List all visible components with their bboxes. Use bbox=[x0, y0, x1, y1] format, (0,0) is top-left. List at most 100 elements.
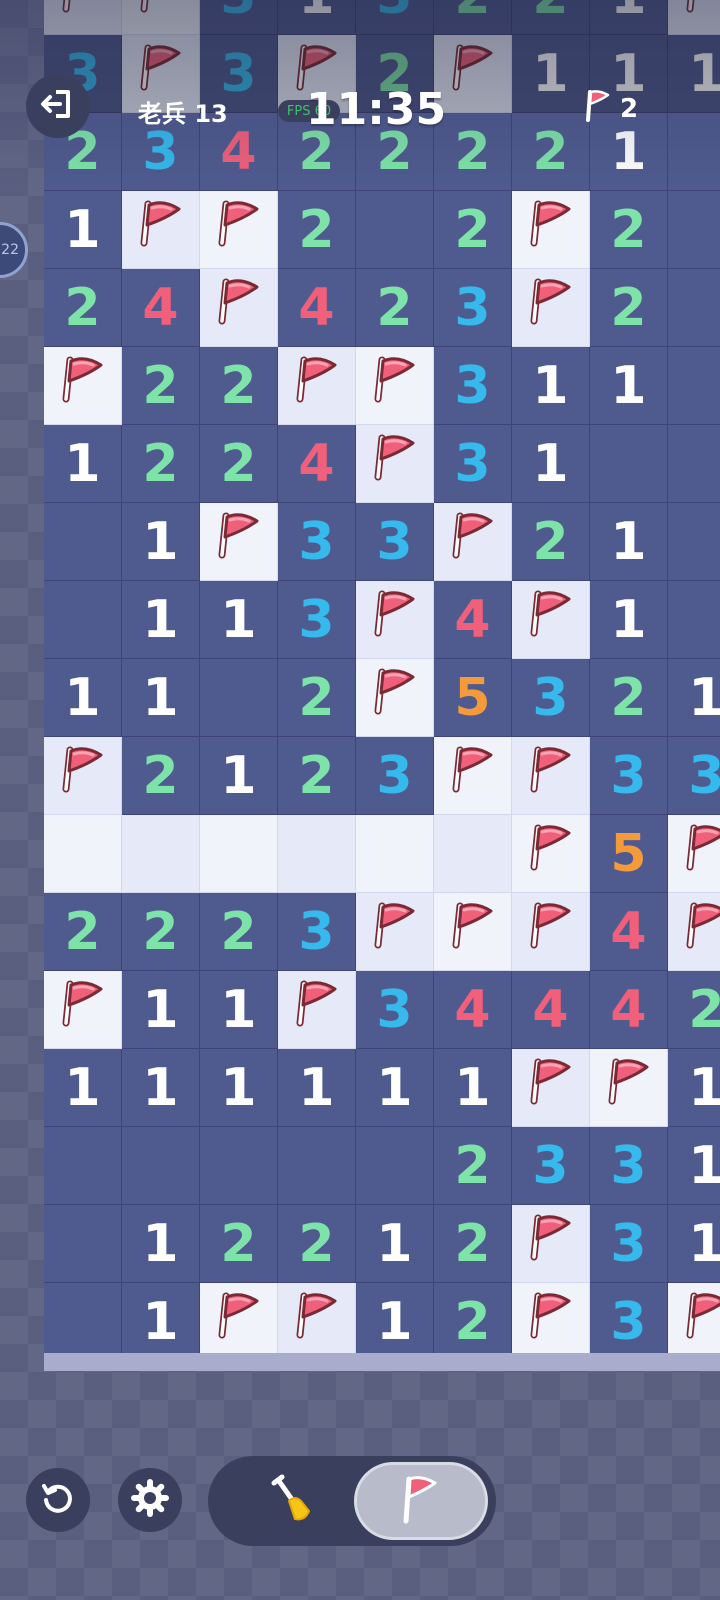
empty-cell[interactable] bbox=[356, 191, 434, 269]
empty-cell[interactable] bbox=[44, 503, 122, 581]
number-cell[interactable]: 3 bbox=[434, 269, 512, 347]
empty-cell[interactable] bbox=[668, 425, 720, 503]
number-cell[interactable]: 2 bbox=[434, 1127, 512, 1205]
flagged-cell[interactable] bbox=[44, 971, 122, 1049]
number-cell[interactable]: 4 bbox=[590, 971, 668, 1049]
number-cell[interactable]: 1 bbox=[44, 425, 122, 503]
number-cell[interactable]: 1 bbox=[668, 1127, 720, 1205]
number-cell[interactable]: 1 bbox=[122, 659, 200, 737]
flagged-cell[interactable] bbox=[668, 893, 720, 971]
restart-button[interactable] bbox=[26, 1468, 90, 1532]
number-cell[interactable]: 1 bbox=[122, 503, 200, 581]
number-cell[interactable]: 1 bbox=[512, 35, 590, 113]
number-cell[interactable]: 1 bbox=[590, 581, 668, 659]
number-cell[interactable]: 3 bbox=[590, 1205, 668, 1283]
number-cell[interactable]: 1 bbox=[44, 1049, 122, 1127]
number-cell[interactable]: 2 bbox=[200, 1205, 278, 1283]
flagged-cell[interactable] bbox=[512, 1049, 590, 1127]
number-cell[interactable]: 4 bbox=[278, 269, 356, 347]
number-cell[interactable]: 2 bbox=[356, 269, 434, 347]
unrevealed-cell[interactable] bbox=[122, 815, 200, 893]
number-cell[interactable]: 2 bbox=[278, 737, 356, 815]
number-cell[interactable]: 3 bbox=[356, 0, 434, 35]
number-cell[interactable]: 3 bbox=[356, 971, 434, 1049]
flagged-cell[interactable] bbox=[200, 269, 278, 347]
flagged-cell[interactable] bbox=[668, 1283, 720, 1361]
number-cell[interactable]: 1 bbox=[356, 1049, 434, 1127]
flagged-cell[interactable] bbox=[512, 815, 590, 893]
number-cell[interactable]: 2 bbox=[122, 347, 200, 425]
number-cell[interactable]: 1 bbox=[668, 1205, 720, 1283]
empty-cell[interactable] bbox=[44, 581, 122, 659]
number-cell[interactable]: 3 bbox=[200, 0, 278, 35]
side-level-badge[interactable]: 22 bbox=[0, 222, 28, 278]
number-cell[interactable]: 1 bbox=[122, 1283, 200, 1361]
empty-cell[interactable] bbox=[668, 503, 720, 581]
number-cell[interactable]: 2 bbox=[278, 659, 356, 737]
exit-button[interactable] bbox=[26, 74, 90, 138]
number-cell[interactable]: 1 bbox=[122, 1049, 200, 1127]
number-cell[interactable]: 4 bbox=[590, 893, 668, 971]
number-cell[interactable]: 1 bbox=[200, 971, 278, 1049]
number-cell[interactable]: 2 bbox=[434, 191, 512, 269]
number-cell[interactable]: 1 bbox=[278, 0, 356, 35]
number-cell[interactable]: 1 bbox=[512, 425, 590, 503]
number-cell[interactable]: 3 bbox=[590, 1283, 668, 1361]
number-cell[interactable]: 1 bbox=[356, 1205, 434, 1283]
number-cell[interactable]: 2 bbox=[122, 737, 200, 815]
number-cell[interactable]: 3 bbox=[278, 503, 356, 581]
number-cell[interactable]: 1 bbox=[44, 191, 122, 269]
flagged-cell[interactable] bbox=[512, 269, 590, 347]
flagged-cell[interactable] bbox=[278, 971, 356, 1049]
number-cell[interactable]: 3 bbox=[278, 581, 356, 659]
flagged-cell[interactable] bbox=[44, 347, 122, 425]
number-cell[interactable]: 2 bbox=[122, 425, 200, 503]
number-cell[interactable]: 1 bbox=[278, 1049, 356, 1127]
empty-cell[interactable] bbox=[200, 659, 278, 737]
number-cell[interactable]: 2 bbox=[200, 347, 278, 425]
number-cell[interactable]: 1 bbox=[356, 1283, 434, 1361]
dig-mode-button[interactable] bbox=[232, 1464, 354, 1538]
flagged-cell[interactable] bbox=[44, 737, 122, 815]
empty-cell[interactable] bbox=[122, 1127, 200, 1205]
flagged-cell[interactable] bbox=[44, 0, 122, 35]
number-cell[interactable]: 2 bbox=[434, 1205, 512, 1283]
flagged-cell[interactable] bbox=[356, 347, 434, 425]
number-cell[interactable]: 3 bbox=[590, 737, 668, 815]
flagged-cell[interactable] bbox=[590, 1049, 668, 1127]
empty-cell[interactable] bbox=[44, 1283, 122, 1361]
number-cell[interactable]: 1 bbox=[590, 0, 668, 35]
unrevealed-cell[interactable] bbox=[356, 815, 434, 893]
number-cell[interactable]: 2 bbox=[200, 893, 278, 971]
flagged-cell[interactable] bbox=[512, 1205, 590, 1283]
number-cell[interactable]: 1 bbox=[590, 347, 668, 425]
empty-cell[interactable] bbox=[356, 1127, 434, 1205]
flagged-cell[interactable] bbox=[356, 659, 434, 737]
number-cell[interactable]: 1 bbox=[200, 1049, 278, 1127]
number-cell[interactable]: 3 bbox=[356, 503, 434, 581]
empty-cell[interactable] bbox=[668, 191, 720, 269]
number-cell[interactable]: 4 bbox=[434, 971, 512, 1049]
flagged-cell[interactable] bbox=[278, 1283, 356, 1361]
number-cell[interactable]: 3 bbox=[668, 737, 720, 815]
unrevealed-cell[interactable] bbox=[434, 815, 512, 893]
number-cell[interactable]: 2 bbox=[122, 893, 200, 971]
number-cell[interactable]: 4 bbox=[278, 425, 356, 503]
settings-button[interactable] bbox=[118, 1468, 182, 1532]
number-cell[interactable]: 2 bbox=[512, 503, 590, 581]
number-cell[interactable]: 3 bbox=[434, 347, 512, 425]
number-cell[interactable]: 2 bbox=[44, 269, 122, 347]
flagged-cell[interactable] bbox=[200, 503, 278, 581]
empty-cell[interactable] bbox=[668, 113, 720, 191]
flagged-cell[interactable] bbox=[512, 893, 590, 971]
flagged-cell[interactable] bbox=[200, 191, 278, 269]
flagged-cell[interactable] bbox=[512, 191, 590, 269]
flagged-cell[interactable] bbox=[122, 191, 200, 269]
number-cell[interactable]: 2 bbox=[200, 425, 278, 503]
number-cell[interactable]: 2 bbox=[668, 971, 720, 1049]
number-cell[interactable]: 3 bbox=[512, 659, 590, 737]
flagged-cell[interactable] bbox=[356, 425, 434, 503]
empty-cell[interactable] bbox=[590, 425, 668, 503]
number-cell[interactable]: 1 bbox=[434, 1049, 512, 1127]
flagged-cell[interactable] bbox=[668, 0, 720, 35]
